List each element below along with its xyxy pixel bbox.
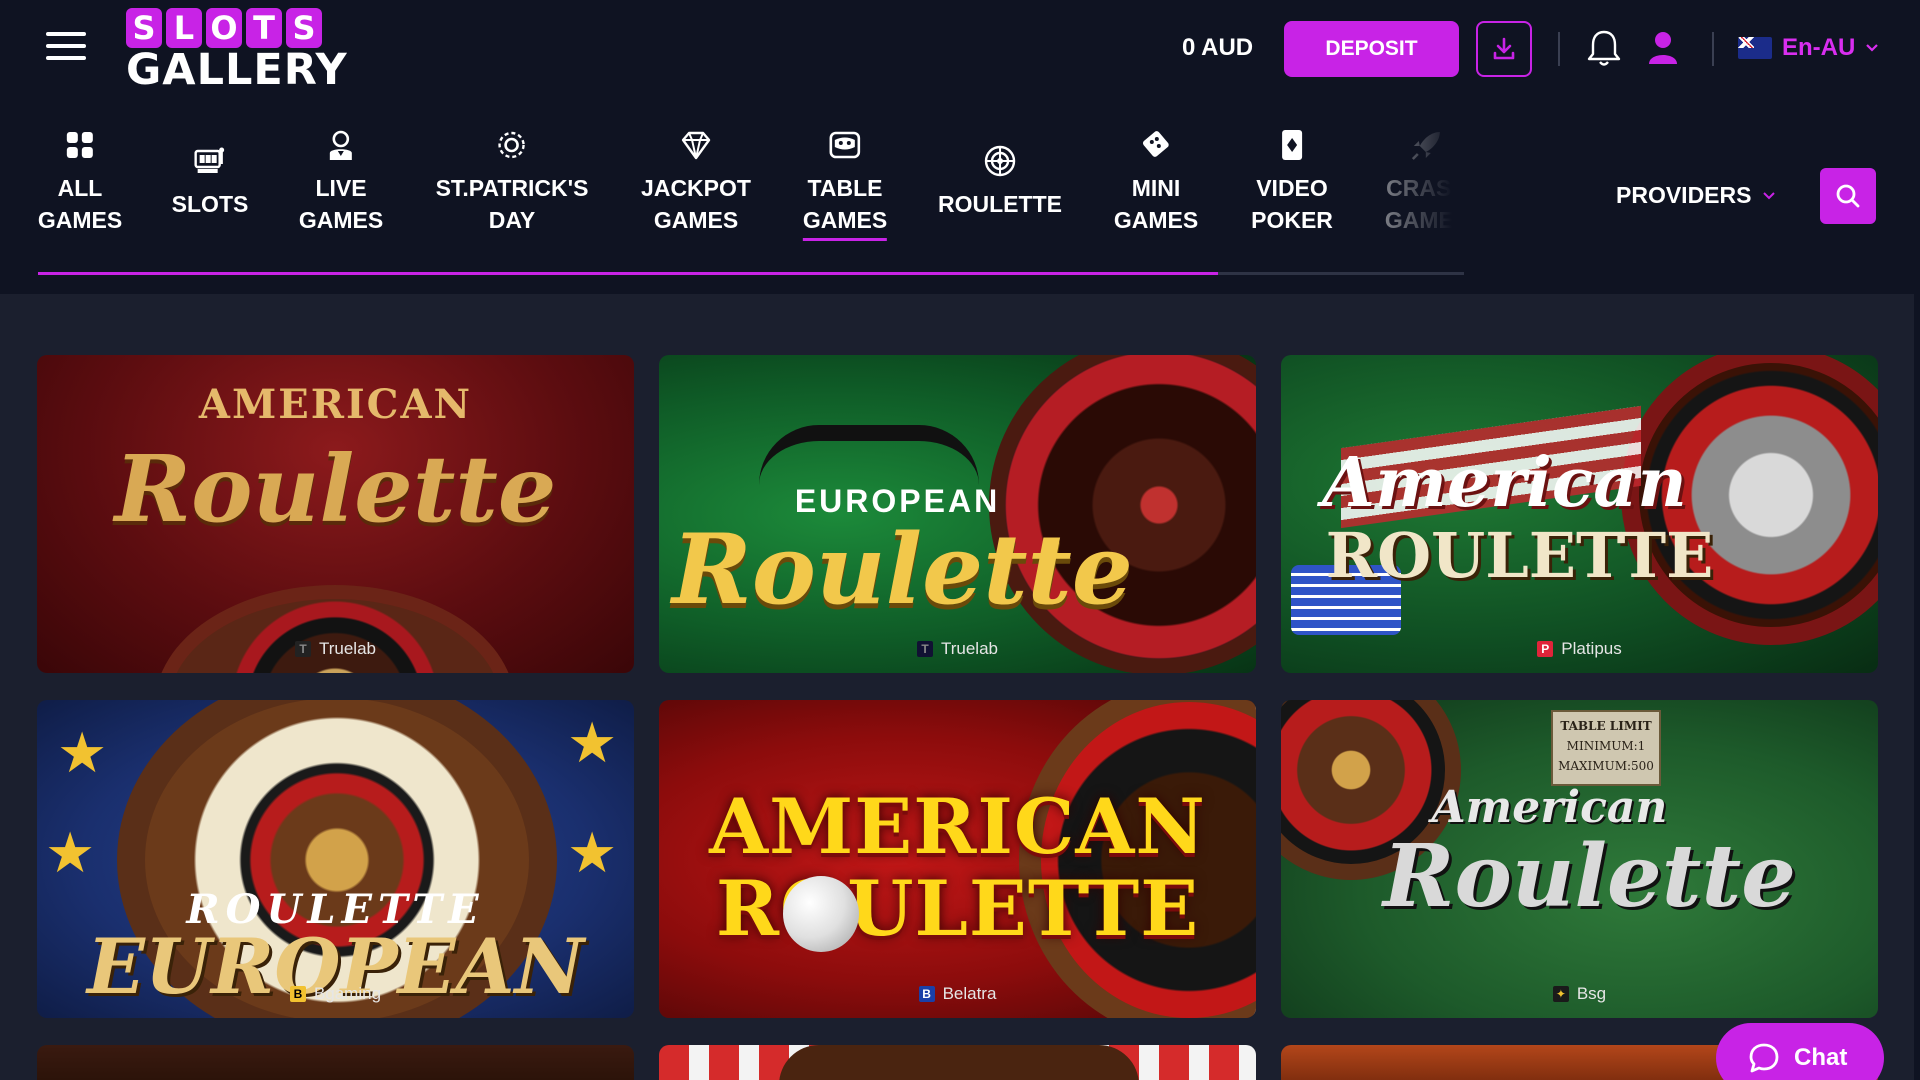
bsg-logo-icon: ✦ bbox=[1552, 986, 1569, 1002]
providers-dropdown[interactable]: PROVIDERS bbox=[1616, 182, 1776, 209]
roulette-wheel-image bbox=[155, 585, 515, 673]
page-scrollbar[interactable] bbox=[1914, 0, 1920, 1080]
chat-button[interactable]: Chat bbox=[1716, 1023, 1884, 1080]
game-card[interactable]: AMERICAN ROULETTE B Belatra bbox=[659, 700, 1256, 1018]
language-label: En-AU bbox=[1782, 34, 1856, 61]
chat-bubble-icon bbox=[1749, 1043, 1779, 1073]
game-grid: AMERICAN Roulette T Truelab EUROPEAN Rou… bbox=[37, 355, 1878, 1080]
grid-icon bbox=[67, 132, 93, 158]
clover-badge-icon bbox=[498, 131, 526, 159]
game-card[interactable] bbox=[659, 1045, 1256, 1080]
stars-decoration: ★ bbox=[567, 711, 618, 774]
diamond-icon bbox=[681, 131, 711, 160]
category-slots[interactable]: SLOTS bbox=[172, 144, 248, 220]
deposit-button[interactable]: DEPOSIT bbox=[1284, 21, 1459, 77]
category-jackpot-games[interactable]: JACKPOT GAMES bbox=[641, 128, 751, 236]
game-title-line: AMERICAN bbox=[709, 782, 1206, 871]
game-card[interactable] bbox=[37, 1045, 634, 1080]
slot-machine-icon bbox=[194, 147, 225, 173]
balance: 0 AUD bbox=[1182, 34, 1254, 61]
game-title-line: Roulette bbox=[672, 513, 1133, 626]
stars-decoration: ★ bbox=[567, 821, 618, 884]
category-st-patricks-day[interactable]: ST.PATRICK'S DAY bbox=[436, 128, 588, 236]
divider bbox=[1712, 32, 1714, 66]
table-icon bbox=[829, 131, 861, 159]
australia-flag-icon bbox=[1738, 37, 1772, 59]
logo-tiles: S L O T S bbox=[126, 8, 326, 48]
game-card[interactable]: ★ ★ ★ ★ ROULETTE EUROPEAN B Bgaming bbox=[37, 700, 634, 1018]
top-bar: S L O T S GALLERY 0 AUD DEPOSIT En-AU bbox=[0, 0, 1920, 98]
game-title-line: American bbox=[1322, 443, 1687, 523]
divider bbox=[1558, 32, 1560, 66]
game-title-line: ROULETTE bbox=[1325, 519, 1714, 592]
wheel-arc bbox=[759, 425, 979, 485]
game-card[interactable]: AMERICAN Roulette T Truelab bbox=[37, 355, 634, 673]
table-limit-sign: TABLE LIMIT MINIMUM:1 MAXIMUM:500 bbox=[1551, 710, 1661, 786]
logo-text: GALLERY bbox=[126, 45, 348, 95]
chevron-down-icon bbox=[1763, 191, 1776, 199]
game-title-line: AMERICAN bbox=[198, 381, 473, 428]
game-title-line: Roulette bbox=[1383, 826, 1796, 927]
game-provider: B Bgaming bbox=[37, 984, 634, 1004]
game-title-line: Roulette bbox=[114, 435, 557, 543]
roulette-ball-image bbox=[783, 876, 859, 952]
language-selector[interactable]: En-AU bbox=[1738, 30, 1879, 66]
truelab-logo-icon: T bbox=[294, 641, 311, 657]
game-provider: T Truelab bbox=[659, 639, 1256, 659]
stars-decoration: ★ bbox=[57, 721, 108, 784]
chat-label: Chat bbox=[1794, 1044, 1848, 1071]
chevron-down-icon bbox=[1866, 44, 1879, 52]
category-mini-games[interactable]: MINI GAMES bbox=[1114, 128, 1198, 236]
search-button[interactable] bbox=[1820, 168, 1876, 224]
category-video-poker[interactable]: VIDEO POKER bbox=[1251, 128, 1333, 236]
game-provider: ✦ Bsg bbox=[1281, 984, 1878, 1004]
category-all-games[interactable]: ALL GAMES bbox=[38, 128, 122, 236]
download-icon bbox=[1493, 37, 1515, 60]
platipus-logo-icon: P bbox=[1537, 641, 1554, 657]
dealer-icon bbox=[330, 130, 352, 160]
search-icon bbox=[1836, 184, 1860, 208]
category-scrollbar-thumb[interactable] bbox=[38, 272, 1218, 275]
category-roulette[interactable]: ROULETTE bbox=[938, 144, 1062, 220]
card-icon bbox=[1281, 130, 1302, 160]
game-card[interactable]: EUROPEAN Roulette T Truelab bbox=[659, 355, 1256, 673]
user-icon[interactable] bbox=[1646, 30, 1680, 66]
roulette-wheel-image bbox=[779, 1045, 1139, 1080]
roulette-icon bbox=[984, 145, 1016, 177]
menu-icon[interactable] bbox=[46, 32, 86, 62]
bgaming-logo-icon: B bbox=[289, 986, 306, 1002]
category-live-games[interactable]: LIVE GAMES bbox=[299, 128, 383, 236]
providers-label: PROVIDERS bbox=[1616, 182, 1752, 208]
game-provider: T Truelab bbox=[37, 639, 634, 659]
logo[interactable]: S L O T S GALLERY bbox=[126, 8, 348, 95]
category-table-games[interactable]: TABLE GAMES bbox=[802, 128, 888, 241]
truelab-logo-icon: T bbox=[916, 641, 933, 657]
stars-decoration: ★ bbox=[45, 821, 96, 884]
download-button[interactable] bbox=[1476, 21, 1532, 77]
belatra-logo-icon: B bbox=[918, 986, 935, 1002]
category-scrollbar[interactable] bbox=[38, 272, 1464, 275]
game-card[interactable]: American ROULETTE P Platipus bbox=[1281, 355, 1878, 673]
category-crash-games[interactable]: CRASH GAMES bbox=[1385, 128, 1469, 236]
game-provider: B Belatra bbox=[659, 984, 1256, 1004]
game-provider: P Platipus bbox=[1281, 639, 1878, 659]
bell-icon[interactable] bbox=[1586, 28, 1622, 68]
category-nav: ALL GAMES SLOTS LIVE GAMES ST.PATRICK'S DAY bbox=[0, 98, 1920, 294]
dice-icon bbox=[1143, 131, 1169, 157]
rocket-icon bbox=[1412, 132, 1440, 160]
game-card[interactable]: TABLE LIMIT MINIMUM:1 MAXIMUM:500 Americ… bbox=[1281, 700, 1878, 1018]
